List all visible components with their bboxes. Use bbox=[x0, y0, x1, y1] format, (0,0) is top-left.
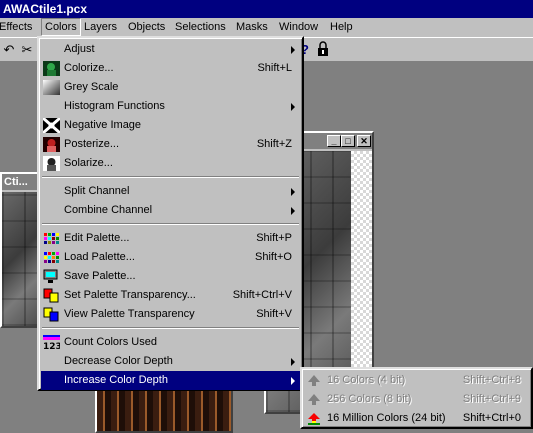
increase-color-depth-submenu: 16 Colors (4 bit) Shift+Ctrl+8 256 Colors… bbox=[300, 367, 533, 429]
undo-icon[interactable]: ↶ bbox=[0, 41, 18, 59]
menu-item-edit-palette[interactable]: Edit Palette... Shift+P bbox=[41, 229, 300, 248]
menu-item-colorize[interactable]: Colorize... Shift+L bbox=[41, 59, 300, 78]
menu-help[interactable]: Help bbox=[327, 18, 356, 36]
menu-item-view-palette-transparency[interactable]: View Palette Transparency Shift+V bbox=[41, 305, 300, 324]
menu-colors[interactable]: Colors bbox=[41, 18, 81, 36]
menu-item-histogram-functions[interactable]: Histogram Functions bbox=[41, 97, 300, 116]
menu-effects[interactable]: Effects bbox=[0, 18, 35, 36]
lock-icon[interactable] bbox=[314, 41, 332, 59]
submenu-arrow-icon bbox=[291, 207, 295, 215]
grey-scale-icon bbox=[43, 80, 60, 95]
menu-item-negative-image[interactable]: Negative Image bbox=[41, 116, 300, 135]
close-button[interactable]: ✕ bbox=[357, 135, 371, 147]
posterize-icon bbox=[43, 137, 60, 152]
menu-window[interactable]: Window bbox=[276, 18, 321, 36]
menu-selections[interactable]: Selections bbox=[172, 18, 229, 36]
submenu-arrow-icon bbox=[291, 188, 295, 196]
negative-image-icon bbox=[42, 116, 61, 135]
menu-item-solarize[interactable]: Solarize... bbox=[41, 154, 300, 173]
submenu-arrow-icon bbox=[291, 358, 295, 366]
menu-item-load-palette[interactable]: Load Palette... Shift+O bbox=[41, 248, 300, 267]
window-title: AWACtile1.pcx bbox=[3, 2, 88, 16]
menu-item-grey-scale[interactable]: Grey Scale bbox=[41, 78, 300, 97]
arrow-up-icon bbox=[306, 373, 323, 388]
arrow-up-icon bbox=[306, 392, 323, 407]
colors-menu: Adjust Colorize... Shift+L Grey Scale His… bbox=[37, 36, 304, 391]
menu-item-posterize[interactable]: Posterize... Shift+Z bbox=[41, 135, 300, 154]
load-palette-icon bbox=[43, 250, 60, 265]
menu-item-count-colors-used[interactable]: 123 Count Colors Used bbox=[41, 333, 300, 352]
arrow-up-icon bbox=[306, 411, 323, 426]
edit-palette-icon bbox=[43, 231, 60, 246]
menu-item-adjust[interactable]: Adjust bbox=[41, 40, 300, 59]
menu-separator bbox=[42, 176, 299, 178]
submenu-arrow-icon bbox=[291, 103, 295, 111]
bottom-window-canvas[interactable] bbox=[97, 390, 231, 431]
menu-item-increase-color-depth[interactable]: Increase Color Depth bbox=[41, 371, 300, 390]
menu-objects[interactable]: Objects bbox=[125, 18, 168, 36]
submenu-item-16-million-colors[interactable]: 16 Million Colors (24 bit) Shift+Ctrl+0 bbox=[304, 409, 529, 428]
menu-masks[interactable]: Masks bbox=[233, 18, 271, 36]
app-title-bar: AWACtile1.pcx bbox=[0, 0, 533, 18]
menu-item-decrease-color-depth[interactable]: Decrease Color Depth bbox=[41, 352, 300, 371]
set-transparency-icon bbox=[43, 288, 60, 303]
menu-item-combine-channel[interactable]: Combine Channel bbox=[41, 201, 300, 220]
bottom-image-window[interactable] bbox=[95, 388, 233, 433]
menu-separator bbox=[42, 327, 299, 329]
menu-layers[interactable]: Layers bbox=[81, 18, 120, 36]
menu-item-save-palette[interactable]: Save Palette... bbox=[41, 267, 300, 286]
menu-item-split-channel[interactable]: Split Channel bbox=[41, 182, 300, 201]
submenu-arrow-icon bbox=[291, 46, 295, 54]
colorize-icon bbox=[43, 61, 60, 76]
menu-bar: Effects Colors Layers Objects Selections… bbox=[0, 18, 533, 37]
submenu-item-256-colors[interactable]: 256 Colors (8 bit) Shift+Ctrl+9 bbox=[304, 390, 529, 409]
left-window-title: Cti... bbox=[4, 176, 28, 188]
solarize-icon bbox=[43, 156, 60, 171]
svg-text:123: 123 bbox=[43, 342, 60, 350]
cut-icon[interactable]: ✂ bbox=[18, 41, 36, 59]
submenu-item-16-colors[interactable]: 16 Colors (4 bit) Shift+Ctrl+8 bbox=[304, 371, 529, 390]
save-palette-icon bbox=[43, 269, 60, 284]
count-colors-icon: 123 bbox=[43, 335, 62, 352]
submenu-arrow-icon bbox=[291, 377, 295, 385]
minimize-button[interactable]: _ bbox=[327, 135, 341, 147]
menu-separator bbox=[42, 223, 299, 225]
maximize-button[interactable]: □ bbox=[341, 135, 355, 147]
left-window-title-bar[interactable]: Cti... bbox=[2, 174, 42, 190]
menu-item-set-palette-transparency[interactable]: Set Palette Transparency... Shift+Ctrl+V bbox=[41, 286, 300, 305]
view-transparency-icon bbox=[43, 307, 60, 322]
left-window-canvas[interactable] bbox=[2, 192, 42, 326]
